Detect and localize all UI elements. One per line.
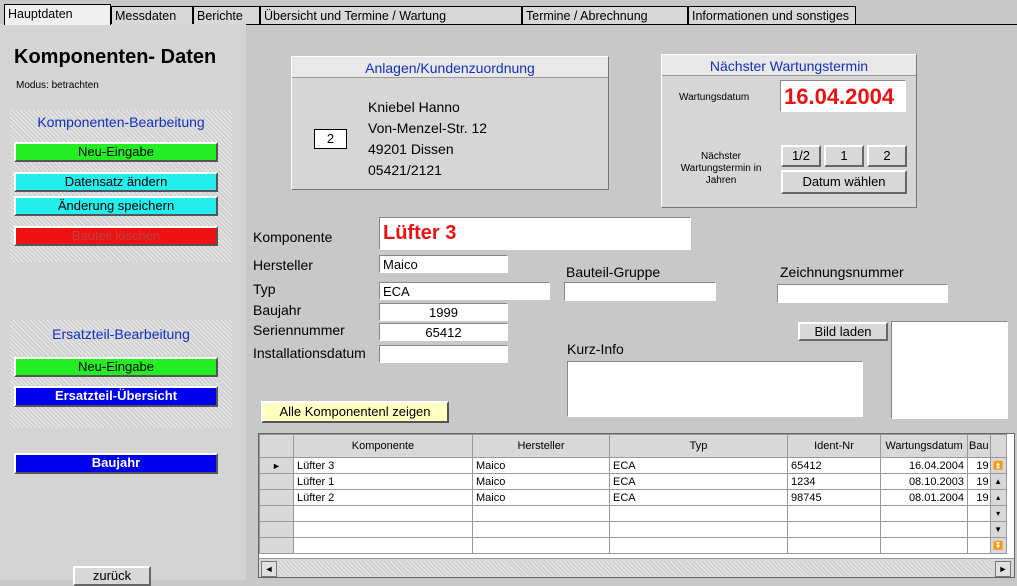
tab-berichte[interactable]: Berichte	[193, 6, 260, 24]
cell-wartungsdatum[interactable]: 08.01.2004	[880, 489, 968, 506]
scroll-down-icon[interactable]: ▾	[989, 505, 1007, 522]
tab-messdaten[interactable]: Messdaten	[111, 6, 193, 24]
table-row-empty[interactable]: ▼	[259, 521, 1007, 538]
seriennummer-field[interactable]: 65412	[379, 323, 508, 341]
tab-hauptdaten[interactable]: Hauptdaten	[4, 4, 111, 25]
cell-komponente[interactable]: Lüfter 3	[293, 457, 473, 474]
komponente-field[interactable]: Lüfter 3	[379, 217, 691, 250]
hersteller-label: Hersteller	[253, 257, 313, 273]
typ-field[interactable]: ECA	[379, 282, 550, 300]
kurz-info-label: Kurz-Info	[567, 341, 624, 357]
cell-wartungsdatum[interactable]: 08.10.2003	[880, 473, 968, 490]
bauteil-loeschen-button[interactable]: Bauteil löschen	[14, 226, 218, 246]
komponente-label: Komponente	[253, 229, 333, 245]
datum-waehlen-button[interactable]: Datum wählen	[781, 170, 907, 194]
cell-typ[interactable]: ECA	[609, 489, 788, 506]
tab-bar: Hauptdaten Messdaten Berichte Übersicht …	[0, 0, 1017, 25]
cell-komponente[interactable]: Lüfter 2	[293, 489, 473, 506]
kunde-name: Kniebel Hanno	[368, 99, 460, 115]
cell-ident-nr[interactable]: 1234	[787, 473, 881, 490]
scroll-page-down-icon[interactable]: ▼	[989, 521, 1007, 538]
kurz-info-field[interactable]	[567, 361, 863, 417]
anlage-number-field[interactable]: 2	[314, 129, 347, 149]
current-row-marker-icon: ►	[259, 457, 294, 474]
scroll-right-icon[interactable]: ►	[995, 561, 1011, 577]
col-header-wartungsdatum[interactable]: Wartungsdatum	[880, 434, 968, 458]
anlagen-heading: Anlagen/Kundenzuordnung	[365, 60, 535, 76]
alle-komponenten-zeigen-button[interactable]: Alle Komponentenl zeigen	[261, 401, 449, 423]
tab-informationen[interactable]: Informationen und sonstiges	[688, 6, 856, 24]
cell-hersteller[interactable]: Maico	[472, 457, 610, 474]
wartungsdatum-label: Wartungsdatum	[679, 92, 750, 103]
zeichnungsnummer-field[interactable]	[777, 284, 948, 303]
scroll-last-icon[interactable]: ⏬	[989, 537, 1007, 554]
modus-label: Modus: betrachten	[16, 80, 99, 91]
kunde-city: 49201 Dissen	[368, 141, 454, 157]
scroll-page-up-icon[interactable]: ▲	[989, 473, 1007, 490]
kunde-phone: 05421/2121	[368, 162, 442, 178]
zeichnungsnummer-label: Zeichnungsnummer	[780, 264, 904, 280]
table-row-empty[interactable]: ⏬	[259, 537, 1007, 554]
tab-uebersicht[interactable]: Übersicht und Termine / Wartung	[260, 6, 522, 24]
ersatzteil-uebersicht-button[interactable]: Ersatzteil-Übersicht	[14, 386, 218, 407]
col-header-typ[interactable]: Typ	[609, 434, 788, 458]
row-selector-header	[259, 434, 294, 458]
wartung-heading: Nächster Wartungstermin	[709, 58, 869, 74]
horizontal-scrollbar[interactable]: ◄ ►	[259, 558, 1014, 577]
table-row-empty[interactable]: ▾	[259, 505, 1007, 522]
table-row[interactable]: Lüfter 1 Maico ECA 1234 08.10.2003 19 ▲	[259, 473, 1007, 490]
interval-2-button[interactable]: 2	[867, 145, 907, 167]
col-header-hersteller[interactable]: Hersteller	[472, 434, 610, 458]
interval-half-button[interactable]: 1/2	[781, 145, 821, 167]
bild-laden-button[interactable]: Bild laden	[798, 322, 888, 341]
baujahr-field[interactable]: 1999	[379, 303, 508, 321]
scroll-up-icon[interactable]: ▴	[989, 489, 1007, 506]
cell-hersteller[interactable]: Maico	[472, 473, 610, 490]
komponenten-bearbeitung-heading: Komponenten-Bearbeitung	[37, 114, 205, 130]
komponenten-table[interactable]: Komponente Hersteller Typ Ident-Nr Wartu…	[258, 433, 1015, 578]
cell-baujahr[interactable]: 19	[967, 473, 991, 490]
scroll-first-icon[interactable]: ⏫	[989, 457, 1007, 474]
installationsdatum-field[interactable]	[379, 345, 508, 363]
col-header-komponente[interactable]: Komponente	[293, 434, 473, 458]
komponente-neu-button[interactable]: Neu-Eingabe	[14, 142, 218, 162]
table-header-row: Komponente Hersteller Typ Ident-Nr Wartu…	[259, 434, 1007, 458]
ersatzteil-bearbeitung-heading: Ersatzteil-Bearbeitung	[52, 326, 190, 342]
scroll-left-icon[interactable]: ◄	[261, 561, 277, 577]
kunde-street: Von-Menzel-Str. 12	[368, 120, 488, 136]
cell-komponente[interactable]: Lüfter 1	[293, 473, 473, 490]
cell-hersteller[interactable]: Maico	[472, 489, 610, 506]
col-header-ident-nr[interactable]: Ident-Nr	[787, 434, 881, 458]
ersatzteil-neu-button[interactable]: Neu-Eingabe	[14, 357, 218, 377]
hersteller-field[interactable]: Maico	[379, 255, 508, 273]
cell-wartungsdatum[interactable]: 16.04.2004	[880, 457, 968, 474]
installationsdatum-label: Installationsdatum	[253, 345, 366, 361]
baujahr-button[interactable]: Baujahr	[14, 453, 218, 474]
table-row[interactable]: ► Lüfter 3 Maico ECA 65412 16.04.2004 19…	[259, 457, 1007, 474]
cell-baujahr[interactable]: 19	[967, 457, 991, 474]
bauteil-gruppe-field[interactable]	[564, 282, 716, 301]
col-header-baujahr[interactable]: Bau	[967, 434, 991, 458]
page-title: Komponenten- Daten	[14, 46, 217, 68]
cell-ident-nr[interactable]: 65412	[787, 457, 881, 474]
interval-1-button[interactable]: 1	[824, 145, 864, 167]
datensatz-aendern-button[interactable]: Datensatz ändern	[14, 172, 218, 192]
wartungsdatum-field[interactable]: 16.04.2004	[780, 80, 906, 112]
typ-label: Typ	[253, 281, 276, 297]
naechster-termin-label: Nächster Wartungstermin in Jahren	[680, 151, 762, 186]
cell-typ[interactable]: ECA	[609, 457, 788, 474]
bauteil-gruppe-label: Bauteil-Gruppe	[566, 264, 661, 280]
baujahr-label: Baujahr	[253, 302, 302, 318]
bild-preview	[891, 321, 1008, 419]
cell-ident-nr[interactable]: 98745	[787, 489, 881, 506]
sidebar	[0, 24, 246, 580]
tab-termine[interactable]: Termine / Abrechnung	[522, 6, 688, 24]
cell-typ[interactable]: ECA	[609, 473, 788, 490]
aenderung-speichern-button[interactable]: Änderung speichern	[14, 196, 218, 216]
cell-baujahr[interactable]: 19	[967, 489, 991, 506]
table-row[interactable]: Lüfter 2 Maico ECA 98745 08.01.2004 19 ▴	[259, 489, 1007, 506]
zurueck-button[interactable]: zurück	[73, 566, 151, 586]
seriennummer-label: Seriennummer	[253, 322, 345, 338]
